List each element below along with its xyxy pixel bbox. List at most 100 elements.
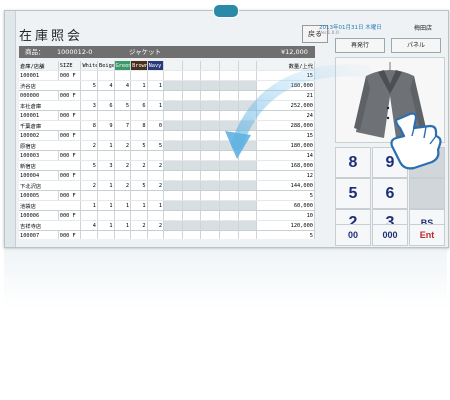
- cell-empty: [219, 170, 239, 181]
- cell-empty: [147, 150, 165, 161]
- cell-empty: [114, 170, 132, 181]
- col-header-empty-2: [182, 61, 202, 71]
- cell-size: 000 F: [58, 170, 82, 181]
- cell-empty: [238, 220, 258, 231]
- key-000[interactable]: 000: [372, 224, 408, 246]
- cell-amount: 252,000: [256, 100, 315, 111]
- cell-amount: 180,000: [256, 140, 315, 151]
- panel-button[interactable]: パネル: [391, 38, 441, 53]
- cell-total-qty: 15: [256, 70, 315, 81]
- table-row[interactable]: 100001 000 F 24: [19, 110, 315, 121]
- key-enter[interactable]: Ent: [409, 224, 445, 246]
- table-row[interactable]: 100007 000 F 5: [19, 230, 315, 239]
- cell-empty: [163, 190, 183, 201]
- cell-color-qty: 3: [97, 160, 115, 171]
- col-header-store: 倉庫/店舗: [19, 61, 59, 71]
- cell-color-qty: 2: [114, 180, 132, 191]
- cell-color-qty: 5: [147, 140, 165, 151]
- table-row-detail[interactable]: 原宿店 2 1 2 5 5 180,000: [19, 140, 315, 151]
- cell-empty: [163, 180, 183, 191]
- cell-empty: [163, 150, 183, 161]
- cell-empty: [80, 150, 98, 161]
- cell-empty: [147, 90, 165, 101]
- version-text: Ver.1.0.0: [319, 31, 339, 36]
- cell-empty: [219, 160, 239, 171]
- cell-empty: [114, 90, 132, 101]
- cell-color-qty: 1: [130, 200, 148, 211]
- table-row[interactable]: 100004 000 F 12: [19, 170, 315, 181]
- cell-color-qty: 2: [80, 140, 98, 151]
- cell-empty: [219, 100, 239, 111]
- cell-empty: [80, 190, 98, 201]
- product-info-bar: 商品： 1000012-0 ジャケット ¥12,000: [19, 46, 315, 58]
- key-8[interactable]: 8: [335, 147, 371, 178]
- cell-total-qty: 12: [256, 170, 315, 181]
- table-row-detail[interactable]: 渋谷店 5 4 4 1 1 180,000: [19, 80, 315, 91]
- cell-empty: [147, 170, 165, 181]
- cell-empty: [182, 180, 202, 191]
- cell-store-code: 100002: [19, 130, 59, 141]
- cell-empty: [182, 140, 202, 151]
- table-row[interactable]: 100005 000 F 5: [19, 190, 315, 201]
- cell-empty: [238, 160, 258, 171]
- cell-empty: [182, 70, 202, 81]
- cell-empty: [97, 90, 115, 101]
- key-9[interactable]: 9: [372, 147, 408, 178]
- cell-empty: [182, 150, 202, 161]
- cell-total-qty: 15: [256, 130, 315, 141]
- cell-empty: [163, 200, 183, 211]
- table-row-detail[interactable]: 池袋店 1 1 1 1 1 60,000: [19, 200, 315, 211]
- cell-store-code: 100003: [19, 150, 59, 161]
- cell-empty: [80, 210, 98, 221]
- stock-table-container[interactable]: 倉庫/店舗 SIZE White Beige Green Brown Navy …: [19, 61, 315, 239]
- cell-empty: [163, 230, 183, 239]
- screen-reflection: [4, 249, 447, 309]
- cell-empty: [130, 210, 148, 221]
- cell-empty: [200, 200, 220, 211]
- cell-empty: [200, 160, 220, 171]
- key-6[interactable]: 6: [372, 178, 408, 209]
- table-row-detail[interactable]: 千葉倉庫 8 9 7 8 0 288,000: [19, 120, 315, 131]
- cell-store-name: 吉祥寺店: [19, 220, 82, 231]
- table-row[interactable]: 100002 000 F 15: [19, 130, 315, 141]
- cell-color-qty: 8: [80, 120, 98, 131]
- cell-empty: [182, 200, 202, 211]
- cell-total-qty: 24: [256, 110, 315, 121]
- current-store: 梅田店: [414, 25, 433, 32]
- table-row[interactable]: 100003 000 F 14: [19, 150, 315, 161]
- table-row[interactable]: 100001 000 F 15: [19, 70, 315, 81]
- cell-empty: [219, 180, 239, 191]
- cell-empty: [182, 170, 202, 181]
- table-row[interactable]: 000000 000 F 21: [19, 90, 315, 101]
- cell-empty: [163, 140, 183, 151]
- cell-color-qty: 2: [147, 180, 165, 191]
- cell-empty: [238, 120, 258, 131]
- cell-color-qty: 1: [97, 140, 115, 151]
- cell-empty: [97, 70, 115, 81]
- cell-empty: [147, 210, 165, 221]
- cell-color-qty: 2: [147, 220, 165, 231]
- reissue-button[interactable]: 再発行: [335, 38, 385, 53]
- cell-empty: [114, 190, 132, 201]
- cell-empty: [182, 120, 202, 131]
- table-row-detail[interactable]: 本社倉庫 3 6 5 6 1 252,000: [19, 100, 315, 111]
- cell-empty: [147, 130, 165, 141]
- key-5[interactable]: 5: [335, 178, 371, 209]
- cell-empty: [219, 150, 239, 161]
- cell-color-qty: 1: [130, 80, 148, 91]
- cell-color-qty: 5: [80, 80, 98, 91]
- table-row-detail[interactable]: 吉祥寺店 4 1 1 2 2 120,000: [19, 220, 315, 231]
- cell-color-qty: 9: [97, 120, 115, 131]
- table-row-detail[interactable]: 新宿店 5 3 2 2 2 168,000: [19, 160, 315, 171]
- table-row-detail[interactable]: 下北沢店 2 1 2 5 2 144,000: [19, 180, 315, 191]
- cell-empty: [130, 170, 148, 181]
- table-row[interactable]: 100006 000 F 10: [19, 210, 315, 221]
- key-00[interactable]: 00: [335, 224, 371, 246]
- cell-empty: [130, 90, 148, 101]
- product-name: ジャケット: [129, 48, 162, 56]
- cell-empty: [200, 100, 220, 111]
- col-header-brown: Brown: [130, 61, 148, 71]
- col-header-empty-3: [200, 61, 220, 71]
- cell-color-qty: 6: [130, 100, 148, 111]
- cell-color-qty: 1: [114, 220, 132, 231]
